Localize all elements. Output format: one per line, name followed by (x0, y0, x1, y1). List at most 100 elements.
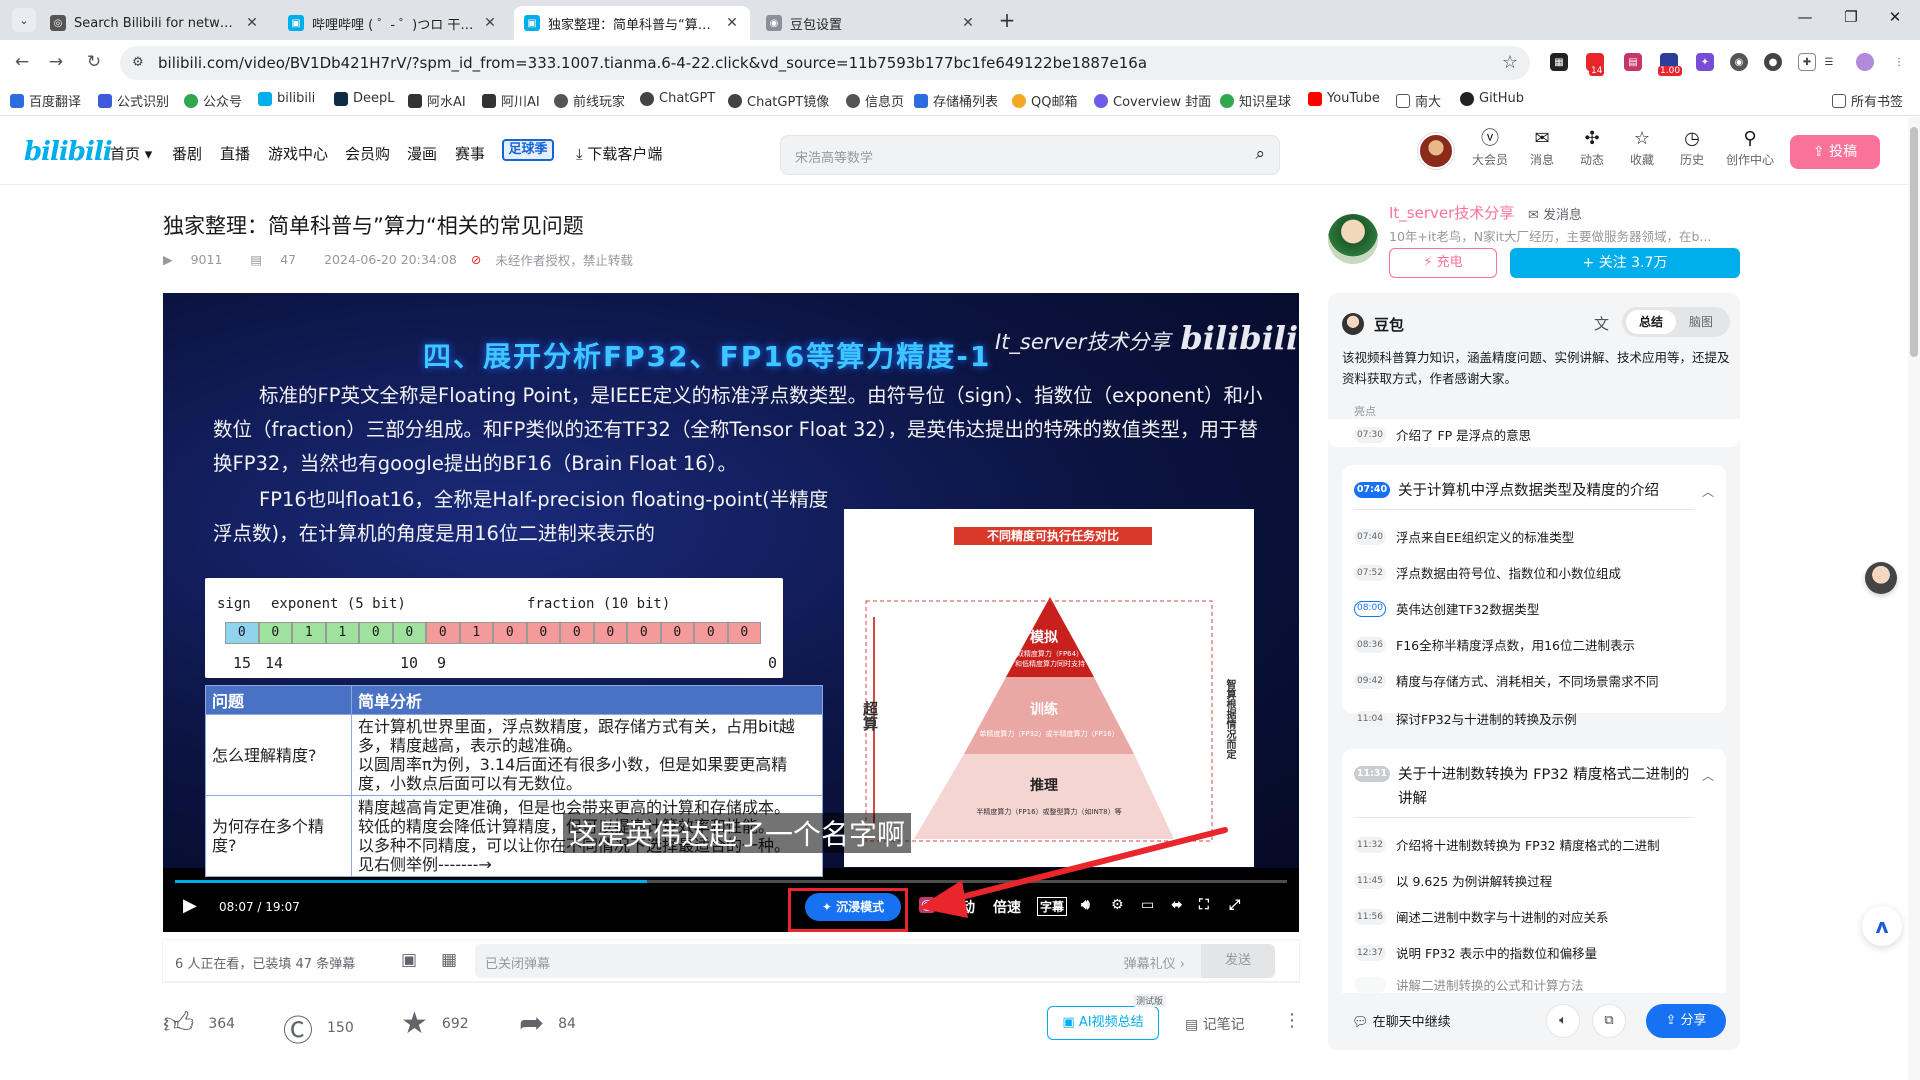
bookmark-item[interactable]: 公众号 (184, 91, 242, 110)
nav-home[interactable]: 首页 ▾ (110, 143, 152, 164)
fullscreen-icon[interactable]: ⤢ (1229, 897, 1240, 913)
bookmark-item[interactable]: GitHub (1460, 91, 1524, 106)
outline-item[interactable]: 讲解二进制转换的公式和计算方法 (1354, 975, 1584, 994)
settings-icon[interactable]: ⚙ (1111, 897, 1124, 913)
reload-icon[interactable]: ↻ (82, 52, 106, 72)
sidebar-icon[interactable]: ☰ (1820, 53, 1838, 71)
github-icon[interactable]: ● (1764, 53, 1782, 71)
outline-item[interactable]: 08:36 F16全称半精度浮点数，用16位二进制表示 (1354, 635, 1635, 654)
site-info-icon[interactable]: ⚙ (132, 55, 144, 70)
header-messages[interactable]: ✉ 消息 (1522, 129, 1562, 168)
bookmark-item[interactable]: 公式识别 (98, 91, 169, 110)
bookmark-item[interactable]: 阿水AI (408, 91, 466, 110)
volume-icon[interactable]: 🔊︎ (1081, 897, 1090, 913)
outline-item[interactable]: 11:56 阐述二进制中数字与十进制的对应关系 (1354, 907, 1609, 926)
header-history[interactable]: ◷ 历史 (1672, 129, 1712, 168)
new-tab-icon[interactable]: + (995, 8, 1019, 32)
speaker-icon[interactable]: 🔈︎ (1546, 1004, 1580, 1038)
minimize-icon[interactable]: — (1790, 8, 1820, 26)
back-icon[interactable]: ← (10, 52, 34, 72)
extension-icon[interactable]: ▤ (1624, 53, 1642, 71)
bookmark-item[interactable]: ChatGPT镜像 (728, 91, 829, 110)
web-fullscreen-icon[interactable]: ⛶ (1199, 897, 1209, 913)
bookmark-item[interactable]: ChatGPT (640, 91, 715, 106)
ai-assistant-floating-icon[interactable]: ʌ (1862, 906, 1902, 946)
danmaku-settings-icon[interactable]: ▦ (441, 950, 457, 970)
bookmark-item[interactable]: 百度翻译 (10, 91, 81, 110)
page-scrollbar[interactable] (1908, 117, 1920, 1080)
outline-item[interactable]: 11:04 探讨FP32与十进制的转换及示例 (1354, 709, 1577, 728)
extension-icon[interactable]: ◉ (1730, 53, 1748, 71)
scrollbar-thumb[interactable] (1910, 127, 1918, 357)
bookmark-item[interactable]: DeepL (334, 91, 395, 106)
outline-item[interactable]: 11:45 以 9.625 为例讲解转换过程 (1354, 871, 1552, 890)
uploader-name[interactable]: It_server技术分享 (1389, 202, 1514, 223)
nav-live[interactable]: 直播 (220, 143, 250, 164)
user-avatar[interactable] (1418, 133, 1454, 169)
section-header[interactable]: 07:40 关于计算机中浮点数据类型及精度的介绍 ︿ (1354, 479, 1714, 503)
tab-current-video[interactable]: ▣ 独家整理：简单科普与“算力”相 ✕ (514, 6, 750, 40)
close-tab-icon[interactable]: ✕ (482, 15, 498, 31)
outline-item[interactable]: 07:52 浮点数据由符号位、指数位和小数位组成 (1354, 563, 1621, 582)
extension-icon[interactable]: ▦ (1550, 53, 1568, 71)
tab-bilibili-home[interactable]: ▣ 哔哩哔哩 ( ゜- ゜)つロ 干杯~-bi ✕ (278, 6, 508, 40)
tab-doubao-settings[interactable]: ◉ 豆包设置 ✕ (756, 6, 986, 40)
search-input[interactable]: 宋浩高等数学 ⌕ (780, 135, 1280, 175)
danmaku-etiquette-link[interactable]: 弹幕礼仪 › (1124, 953, 1185, 972)
upload-button[interactable]: ⇪ 投稿 (1790, 135, 1880, 169)
bookmark-item[interactable]: QQ邮箱 (1012, 91, 1077, 110)
outline-item[interactable]: 11:32 介绍将十进制数转换为 FP32 精度格式的二进制 (1354, 835, 1660, 854)
bookmark-item[interactable]: YouTube (1308, 91, 1380, 106)
bookmark-item[interactable]: 前线玩家 (554, 91, 625, 110)
nav-esports[interactable]: 赛事 (455, 143, 485, 164)
outline-item[interactable]: 09:42 精度与存储方式、消耗相关，不同场景需求不同 (1354, 671, 1659, 690)
autoplay-button[interactable]: 自动 (947, 897, 975, 917)
play-icon[interactable]: ▶ (183, 895, 197, 916)
header-favorites[interactable]: ☆ 收藏 (1622, 129, 1662, 168)
bookmark-item[interactable]: bilibili (258, 91, 315, 106)
chevron-up-icon[interactable]: ︿ (1702, 483, 1714, 500)
ai-summary-button[interactable]: ▣ AI视频总结 (1047, 1006, 1159, 1040)
bookmark-item[interactable]: 阿川AI (482, 91, 540, 110)
header-creator-center[interactable]: ⚲ 创作中心 (1722, 129, 1778, 168)
danmaku-input[interactable]: 已关闭弹幕 弹幕礼仪 › 发送 (475, 944, 1275, 978)
bookmark-item[interactable]: 信息页 (846, 91, 904, 110)
url-field[interactable]: ⚙ bilibili.com/video/BV1Db421H7rV/?spm_i… (120, 46, 1530, 80)
bookmark-folder[interactable]: 南大 (1396, 91, 1441, 110)
extensions-puzzle-icon[interactable]: ✚ (1798, 53, 1816, 71)
nav-download-client[interactable]: ⤓ 下载客户端 (576, 143, 662, 164)
widescreen-icon[interactable]: ⬌ (1171, 897, 1183, 913)
menu-kebab-icon[interactable]: ⋮ (1890, 53, 1908, 71)
charge-button[interactable]: ⚡ 充电 (1389, 248, 1497, 278)
nav-manga[interactable]: 漫画 (407, 143, 437, 164)
tab-mindmap[interactable]: 脑图 (1676, 310, 1726, 334)
close-tab-icon[interactable]: ✕ (244, 15, 260, 31)
danmaku-toggle-icon[interactable]: ▣ (401, 950, 417, 970)
section-header[interactable]: 11:31 关于十进制数转换为 FP32 精度格式二进制的讲解 ︿ (1354, 763, 1714, 811)
tab-summary[interactable]: 总结 (1626, 310, 1676, 334)
tab-search-bilibili[interactable]: ◎ Search Bilibili for networks ✕ (40, 6, 270, 40)
close-window-icon[interactable]: ✕ (1880, 8, 1910, 26)
send-message-link[interactable]: ✉ 发消息 (1528, 204, 1582, 223)
speed-button[interactable]: 倍速 (993, 897, 1021, 917)
more-icon[interactable]: ⋮ (1283, 1010, 1301, 1031)
doubao-share-button[interactable]: ⇪ 分享 (1646, 1004, 1726, 1038)
video-player[interactable]: 四、展开分析FP32、FP16等算力精度-1 It_server技术分享 bili… (163, 293, 1299, 932)
like-button[interactable]: 👍︎ 364 (163, 1006, 235, 1042)
outline-item[interactable]: 07:40 浮点来自EE组织定义的标准类型 (1354, 527, 1574, 546)
send-button[interactable]: 发送 (1201, 944, 1275, 978)
chevron-up-icon[interactable]: ︿ (1702, 767, 1714, 784)
copy-icon[interactable]: ⧉ (1592, 1004, 1626, 1038)
notes-button[interactable]: ▤ 记笔记 (1185, 1014, 1245, 1034)
nav-mall[interactable]: 会员购 (345, 143, 390, 164)
search-icon[interactable]: ⌕ (1255, 144, 1265, 164)
restore-icon[interactable]: ❐ (1836, 8, 1866, 26)
bookmark-star-icon[interactable]: ☆ (1502, 52, 1518, 73)
subtitle-button[interactable]: 字幕 (1037, 897, 1068, 916)
nav-anime[interactable]: 番剧 (172, 143, 202, 164)
bookmark-item[interactable]: 知识星球 (1220, 91, 1291, 110)
doubao-floating-avatar[interactable] (1865, 562, 1897, 594)
bookmark-item[interactable]: 存储桶列表 (914, 91, 998, 110)
bilibili-logo[interactable]: bilibili (24, 137, 113, 167)
outline-item[interactable]: 12:37 说明 FP32 表示中的指数位和偏移量 (1354, 943, 1597, 962)
